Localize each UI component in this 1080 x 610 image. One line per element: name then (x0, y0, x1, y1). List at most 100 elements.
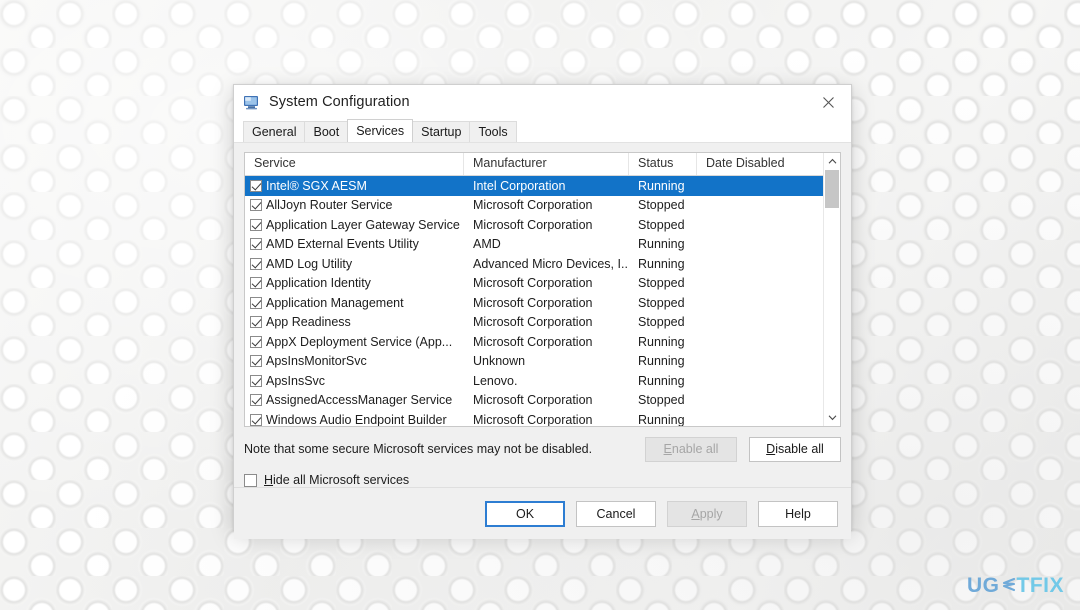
cancel-button[interactable]: Cancel (576, 500, 656, 527)
cell-manufacturer: Microsoft Corporation (473, 393, 593, 408)
services-list-scrollbar[interactable] (823, 153, 840, 426)
service-enabled-checkbox[interactable] (245, 316, 266, 329)
enable-all-label: Enable all (663, 442, 719, 456)
service-enabled-checkbox[interactable] (245, 394, 266, 407)
cell-manufacturer: Microsoft Corporation (473, 276, 593, 291)
checkbox-glyph-icon (249, 355, 262, 368)
service-enabled-checkbox[interactable] (245, 374, 266, 387)
column-header-service[interactable]: Service (245, 153, 464, 175)
cell-service: ApsInsMonitorSvc (266, 354, 367, 369)
help-button[interactable]: Help (758, 500, 838, 527)
cell-status: Stopped (638, 295, 685, 310)
cell-manufacturer: Microsoft Corporation (473, 198, 593, 213)
cell-status: Running (638, 237, 685, 252)
table-row[interactable]: ApsInsMonitorSvc Unknown Running (245, 352, 840, 372)
cell-service: App Readiness (266, 315, 351, 330)
scroll-down-icon[interactable] (824, 409, 840, 426)
cell-status: Stopped (638, 198, 685, 213)
table-row[interactable]: Windows Audio Endpoint Builder Microsoft … (245, 410, 840, 426)
note-and-bulk-actions-row: Note that some secure Microsoft services… (244, 436, 841, 462)
cell-service: AppX Deployment Service (App... (266, 334, 453, 349)
system-configuration-dialog: System Configuration General Boot Servic… (233, 84, 852, 539)
service-enabled-checkbox[interactable] (245, 335, 266, 348)
tab-services[interactable]: Services (347, 119, 414, 142)
cell-status: Running (638, 334, 685, 349)
secure-services-note: Note that some secure Microsoft services… (244, 442, 593, 456)
table-row[interactable]: AssignedAccessManager Service Microsoft C… (245, 391, 840, 411)
table-row[interactable]: Intel® SGX AESM Intel Corporation Running (245, 176, 840, 196)
ugetfix-watermark: UG TFIX (967, 574, 1064, 598)
service-enabled-checkbox[interactable] (245, 277, 266, 290)
scrollbar-thumb[interactable] (825, 170, 839, 208)
cell-service: ApsInsSvc (266, 373, 326, 388)
services-table-header: Service Manufacturer Status Date Disable… (245, 153, 840, 176)
ok-button[interactable]: OK (485, 500, 565, 527)
cell-status: Running (638, 412, 685, 426)
checkbox-glyph-icon (249, 394, 262, 407)
cell-service: AMD Log Utility (266, 256, 353, 271)
checkbox-glyph-icon (249, 257, 262, 270)
column-header-status[interactable]: Status (629, 153, 697, 175)
apply-label: Apply (691, 506, 723, 521)
table-row[interactable]: ApsInsSvc Lenovo. Running (245, 371, 840, 391)
close-icon[interactable] (806, 85, 851, 119)
service-enabled-checkbox[interactable] (245, 218, 266, 231)
help-label: Help (785, 506, 811, 521)
column-header-date-disabled[interactable]: Date Disabled (697, 153, 823, 175)
column-header-manufacturer[interactable]: Manufacturer (464, 153, 629, 175)
cell-service: Application Management (266, 295, 404, 310)
system-configuration-icon (243, 94, 260, 111)
service-enabled-checkbox[interactable] (245, 355, 266, 368)
dialog-footer: OK Cancel Apply Help (234, 487, 851, 539)
service-enabled-checkbox[interactable] (245, 296, 266, 309)
cell-status: Stopped (638, 315, 685, 330)
table-row[interactable]: AMD Log Utility Advanced Micro Devices, I… (245, 254, 840, 274)
tab-startup[interactable]: Startup (412, 121, 471, 142)
cell-manufacturer: Microsoft Corporation (473, 315, 593, 330)
checkbox-glyph-icon (249, 374, 262, 387)
tab-strip: General Boot Services Startup Tools (234, 119, 851, 142)
service-enabled-checkbox[interactable] (245, 413, 266, 426)
table-row[interactable]: AllJoyn Router Service Microsoft Corporat… (245, 196, 840, 216)
ok-label: OK (515, 506, 535, 521)
cell-manufacturer: Microsoft Corporation (473, 334, 593, 349)
cell-manufacturer: Unknown (473, 354, 526, 369)
table-row[interactable]: AppX Deployment Service (App... Microsoft… (245, 332, 840, 352)
table-row[interactable]: App Readiness Microsoft Corporation Stoppe… (245, 313, 840, 333)
watermark-text-b: TFIX (1016, 574, 1064, 597)
cell-manufacturer: Intel Corporation (473, 178, 566, 193)
service-enabled-checkbox[interactable] (245, 257, 266, 270)
cell-manufacturer: Microsoft Corporation (473, 295, 593, 310)
cell-status: Running (638, 256, 685, 271)
cancel-label: Cancel (596, 506, 636, 521)
cell-manufacturer: Microsoft Corporation (473, 412, 593, 426)
enable-all-button[interactable]: Enable all (645, 436, 737, 462)
cell-manufacturer: Microsoft Corporation (473, 217, 593, 232)
hide-microsoft-services-checkbox[interactable] (244, 473, 257, 487)
watermark-stylized-e-icon (1001, 574, 1016, 598)
scroll-up-icon[interactable] (824, 153, 840, 170)
tab-boot[interactable]: Boot (304, 121, 349, 142)
checkbox-glyph-icon (249, 296, 262, 309)
cell-status: Running (638, 178, 685, 193)
service-enabled-checkbox[interactable] (245, 238, 266, 251)
cell-service: Application Identity (266, 276, 371, 291)
apply-button[interactable]: Apply (667, 500, 747, 527)
checkbox-glyph-icon (249, 179, 262, 192)
table-row[interactable]: Application Management Microsoft Corporat… (245, 293, 840, 313)
tab-tools[interactable]: Tools (469, 121, 517, 142)
table-row[interactable]: AMD External Events Utility AMD Running (245, 235, 840, 255)
dialog-titlebar: System Configuration (234, 85, 851, 119)
hide-microsoft-services-row[interactable]: Hide all Microsoft services (244, 473, 841, 487)
cell-manufacturer: Advanced Micro Devices, I... (473, 256, 629, 271)
tab-general[interactable]: General (243, 121, 306, 142)
service-enabled-checkbox[interactable] (245, 179, 266, 192)
scrollbar-track[interactable] (824, 170, 840, 409)
service-enabled-checkbox[interactable] (245, 199, 266, 212)
table-row[interactable]: Application Identity Microsoft Corporatio… (245, 274, 840, 294)
checkbox-glyph-icon (249, 335, 262, 348)
table-row[interactable]: Application Layer Gateway Service Microso… (245, 215, 840, 235)
disable-all-button[interactable]: Disable all (749, 436, 841, 462)
cell-service: AllJoyn Router Service (266, 198, 393, 213)
checkbox-glyph-icon (249, 277, 262, 290)
